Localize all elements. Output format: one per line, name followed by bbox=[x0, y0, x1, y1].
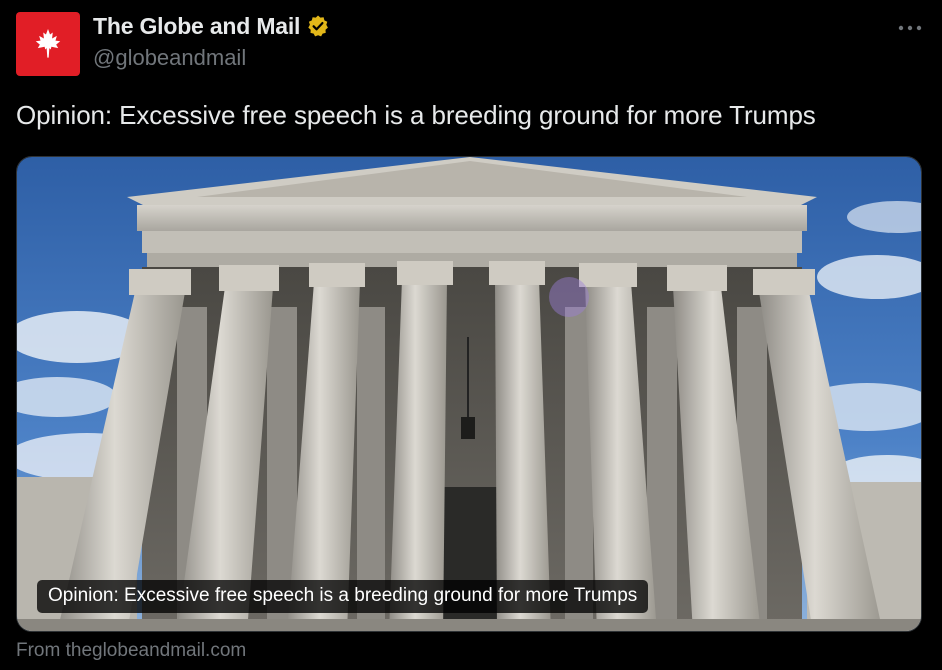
more-options-button[interactable] bbox=[896, 14, 924, 42]
handle[interactable]: @globeandmail bbox=[93, 47, 330, 69]
avatar[interactable] bbox=[16, 12, 80, 76]
display-name[interactable]: The Globe and Mail bbox=[93, 14, 300, 38]
supreme-court-photo bbox=[17, 157, 921, 631]
display-name-row: The Globe and Mail bbox=[93, 14, 330, 38]
more-horizontal-icon bbox=[898, 25, 922, 31]
card-title: Opinion: Excessive free speech is a bree… bbox=[37, 580, 649, 613]
maple-leaf-icon bbox=[35, 29, 61, 58]
link-card[interactable]: Opinion: Excessive free speech is a bree… bbox=[16, 156, 922, 632]
verified-badge-icon[interactable] bbox=[306, 14, 330, 38]
author-block: The Globe and Mail @globeandmail bbox=[93, 14, 330, 69]
tweet-text: Opinion: Excessive free speech is a bree… bbox=[16, 100, 816, 130]
card-source-link[interactable]: From theglobeandmail.com bbox=[16, 640, 246, 662]
